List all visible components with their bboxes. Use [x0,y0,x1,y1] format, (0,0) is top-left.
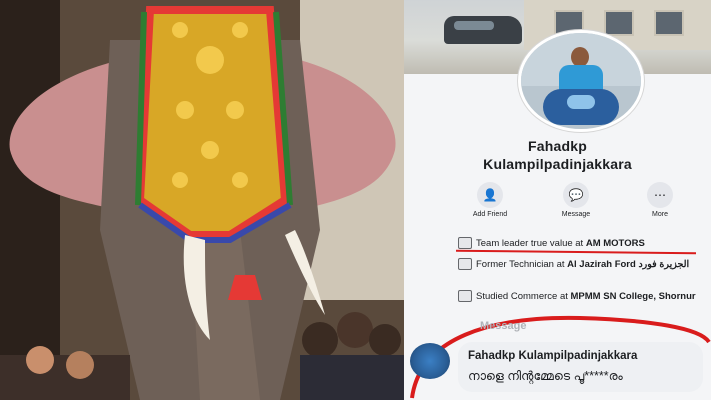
message-section-label: Message [480,320,527,332]
more-button[interactable]: ⋯ More [632,182,688,218]
add-friend-icon: 👤 [477,182,503,208]
comment-text: നാളെ നിന്റമ്മേടെ പൂ*****രം [468,369,623,383]
info-education: Studied Commerce at MPMM SN College, Sho… [458,290,701,303]
profile-avatar[interactable] [518,30,644,132]
more-icon: ⋯ [647,182,673,208]
elephant-illustration [0,0,404,400]
briefcase-icon [458,237,472,249]
profile-name-last: Kulampilpadinjakkara [483,156,632,172]
message-button[interactable]: 💬 Message [548,182,604,218]
profile-actions: 👤 Add Friend 💬 Message ⋯ More [462,182,711,222]
graduation-cap-icon [458,290,472,302]
comment-author[interactable]: Fahadkp Kulampilpadinjakkara [468,350,637,362]
briefcase-icon [458,258,472,270]
messenger-icon: 💬 [563,182,589,208]
comment-bubble: Fahadkp Kulampilpadinjakkara നാളെ നിന്റമ… [458,342,703,392]
info-former-job: Former Technician at Al Jazirah Ford الج… [458,258,701,271]
add-friend-button[interactable]: 👤 Add Friend [462,182,518,218]
profile-name-first: Fahadkp [528,138,587,154]
comment-avatar[interactable] [410,343,450,379]
info-workplace: Team leader true value at AM MOTORS [458,237,711,250]
elephant-photo [0,0,404,400]
